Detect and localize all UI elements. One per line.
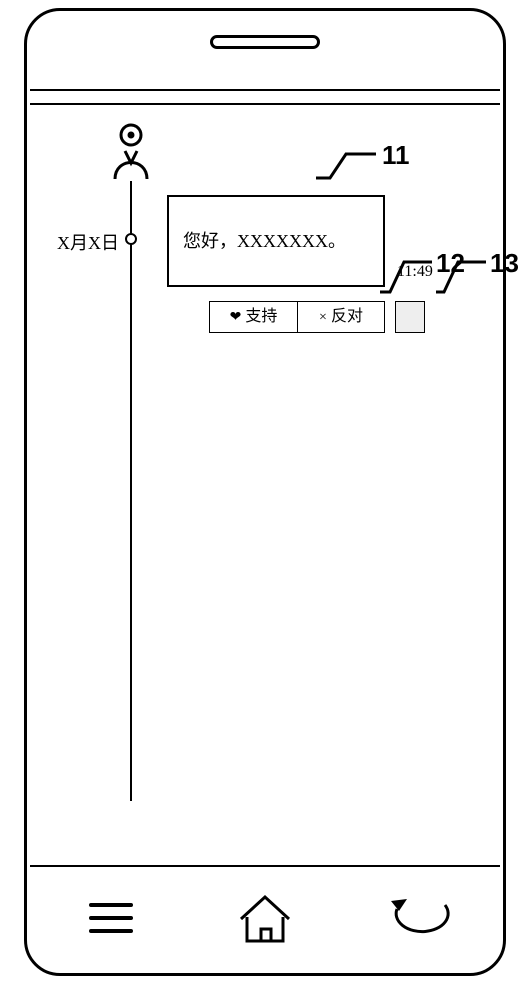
- callout-leader-11: [316, 148, 376, 180]
- callout-13: 13: [490, 248, 519, 279]
- diagram-stage: X月X日 您好，XXXXXXX。 11:49 ❤支持 ×反对: [0, 0, 530, 1000]
- phone-frame: X月X日 您好，XXXXXXX。 11:49 ❤支持 ×反对: [24, 8, 506, 976]
- message-card[interactable]: 您好，XXXXXXX。: [167, 195, 385, 287]
- heart-icon: ❤: [230, 310, 242, 325]
- action-buttons: ❤支持 × 反对: [209, 301, 425, 333]
- oppose-button[interactable]: × 反对: [297, 301, 385, 333]
- callout-leader-12: [380, 256, 432, 294]
- callout-leader-13: [436, 256, 486, 294]
- home-icon[interactable]: [237, 891, 293, 947]
- screen-content: X月X日 您好，XXXXXXX。 11:49 ❤支持 ×反对: [27, 103, 503, 863]
- oppose-label: 反对: [331, 308, 363, 325]
- back-icon[interactable]: [387, 893, 453, 943]
- menu-icon[interactable]: [89, 903, 133, 942]
- cross-icon: ×: [319, 310, 327, 325]
- bottom-nav: [27, 867, 503, 973]
- support-label: 支持: [245, 308, 277, 325]
- timeline-node: [125, 233, 137, 245]
- message-text: 您好，XXXXXXX。: [183, 227, 346, 253]
- user-icon: [111, 123, 151, 181]
- timeline-date: X月X日: [57, 229, 119, 255]
- callout-11: 11: [382, 140, 410, 171]
- support-button[interactable]: ❤支持: [209, 301, 297, 333]
- status-bar-top-line: [30, 89, 500, 91]
- speaker-slot: [210, 35, 320, 49]
- extra-button[interactable]: [395, 301, 425, 333]
- timeline-line: [130, 181, 132, 801]
